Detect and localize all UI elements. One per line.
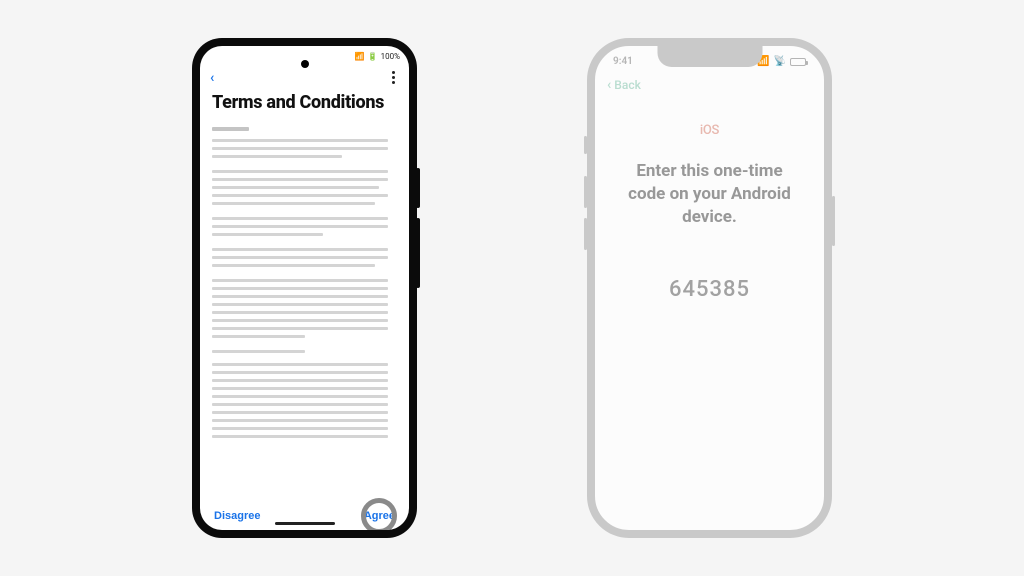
android-camera-hole (301, 60, 309, 68)
iphone-screen: 9:41 📶 📡 ‹ Back iOS Enter this one-time … (595, 46, 824, 530)
android-device-frame: 📶 🔋 100% ‹ Terms and Conditions (192, 38, 417, 538)
signal-icon: 📶 (355, 53, 365, 61)
battery-percent: 100% (381, 52, 400, 61)
ios-instruction-text: Enter this one-time code on your Android… (625, 160, 794, 229)
iphone-notch (657, 45, 762, 67)
terms-body-text[interactable] (200, 123, 409, 504)
ios-back-button[interactable]: ‹ Back (595, 69, 824, 101)
one-time-code: 645385 (669, 277, 750, 302)
ios-status-time: 9:41 (613, 56, 633, 67)
iphone-volume-down (584, 218, 587, 250)
iphone-volume-up (584, 176, 587, 208)
ios-platform-label: iOS (700, 123, 719, 138)
agree-button[interactable]: Agree (364, 510, 395, 522)
iphone-mute-switch (584, 136, 587, 154)
iphone-power-button (832, 196, 835, 246)
chevron-left-icon: ‹ (607, 77, 611, 93)
battery-icon (790, 58, 806, 66)
disagree-button[interactable]: Disagree (214, 510, 260, 522)
android-power-button (416, 168, 420, 208)
android-screen: 📶 🔋 100% ‹ Terms and Conditions (200, 46, 409, 530)
battery-icon: 🔋 (368, 53, 378, 61)
overflow-menu-icon[interactable] (388, 67, 399, 88)
android-volume-button (416, 218, 420, 288)
iphone-device-frame: 9:41 📶 📡 ‹ Back iOS Enter this one-time … (587, 38, 832, 538)
android-home-indicator[interactable] (275, 522, 335, 525)
ios-content: iOS Enter this one-time code on your And… (595, 101, 824, 530)
page-title: Terms and Conditions (200, 88, 409, 123)
terms-footer: Disagree Agree (200, 504, 409, 530)
ios-back-label: Back (614, 78, 641, 92)
wifi-icon: 📡 (774, 56, 786, 67)
back-icon[interactable]: ‹ (210, 70, 214, 86)
